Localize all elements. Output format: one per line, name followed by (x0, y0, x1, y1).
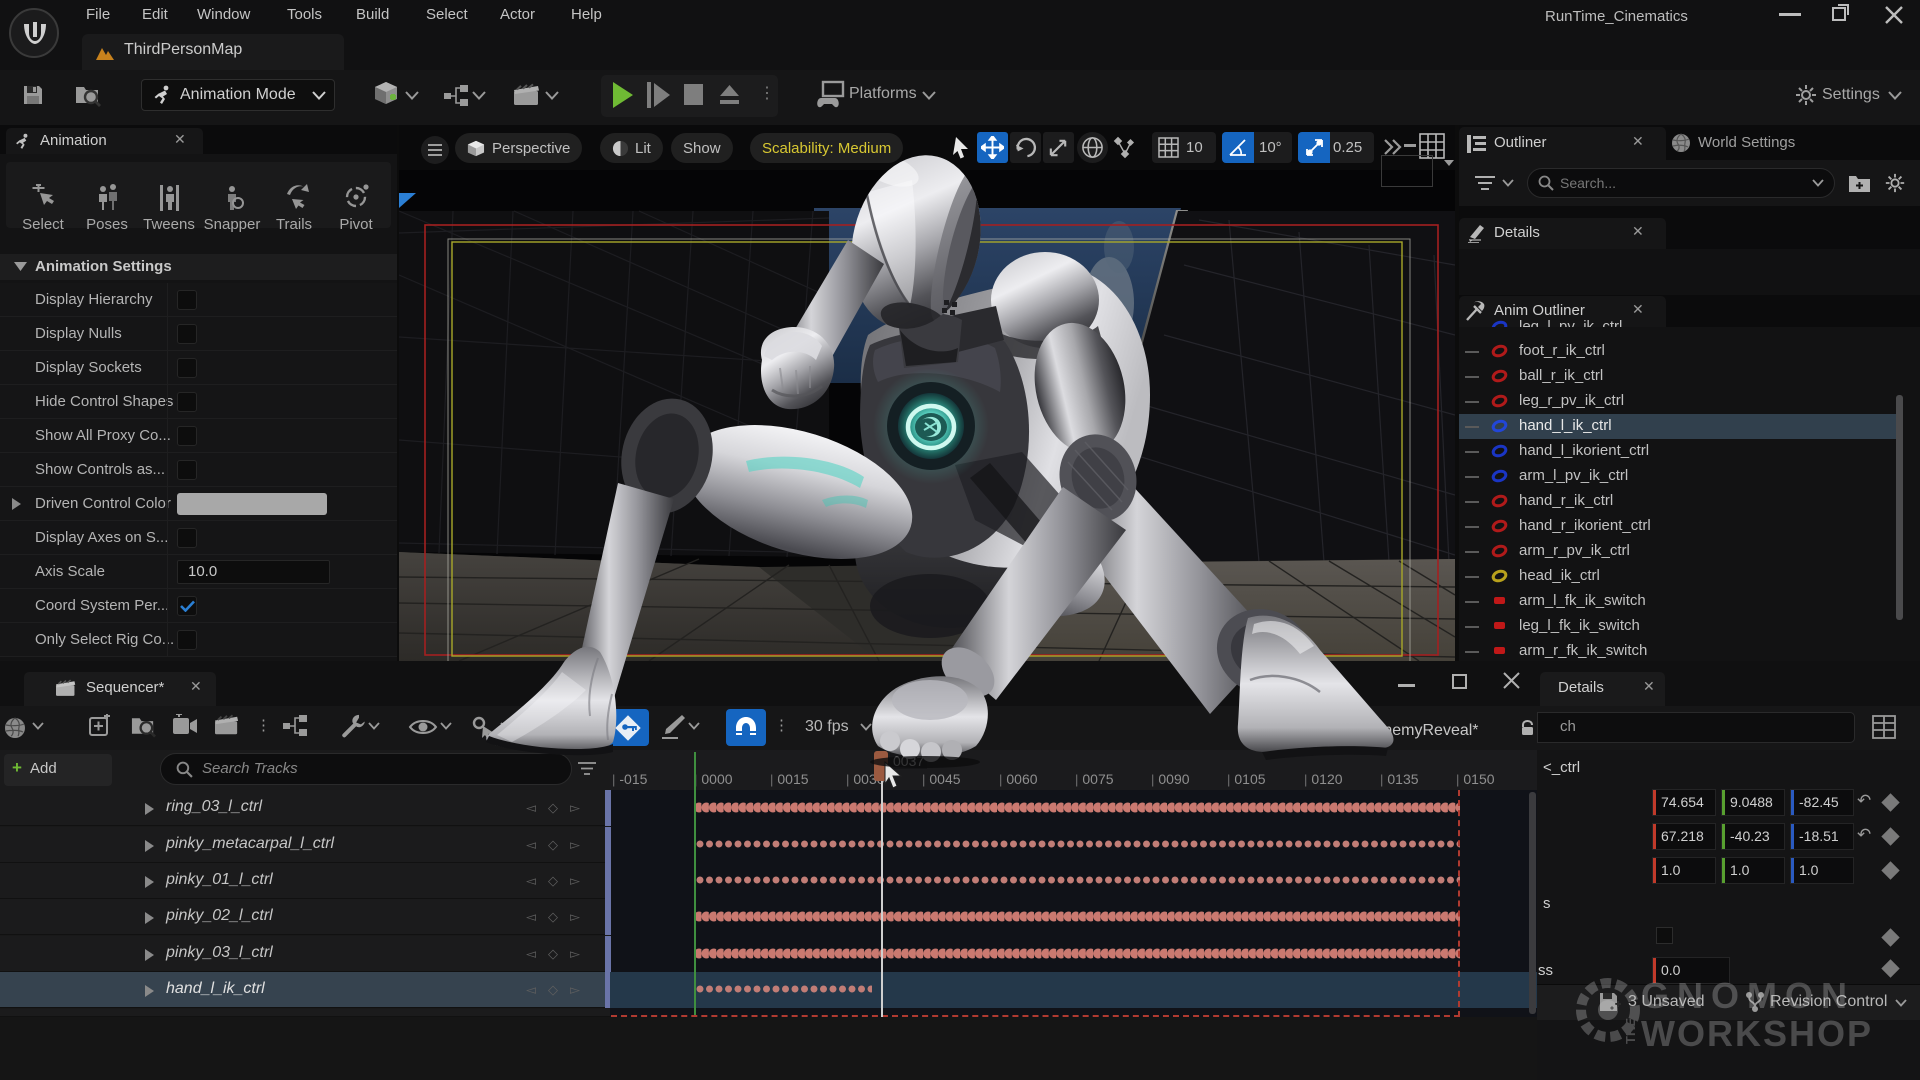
svg-text:Tweens: Tweens (143, 216, 195, 233)
svg-text:Trails: Trails (276, 216, 312, 233)
svg-text:Select: Select (22, 216, 65, 233)
svg-text:Snapper: Snapper (204, 216, 261, 233)
svg-text:Pivot: Pivot (339, 216, 373, 233)
svg-text:Poses: Poses (86, 216, 128, 233)
